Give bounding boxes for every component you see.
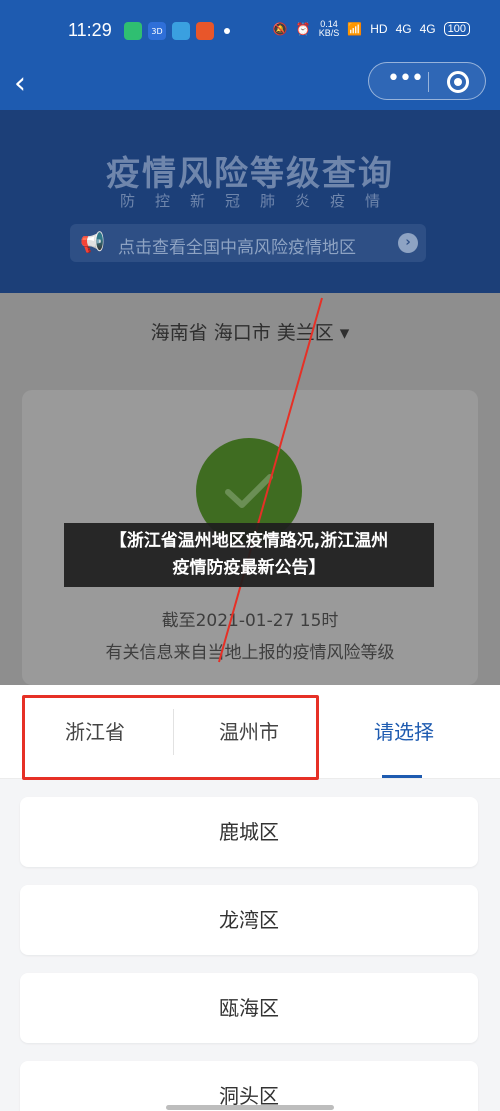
- app-store-icon: [172, 22, 190, 40]
- status-indicators: 🔕 ⏰ 0.14 KB/S 📶 HD 4G 4G 100: [273, 20, 470, 38]
- status-app-icons: 3D: [124, 22, 230, 40]
- app-3d-icon: 3D: [148, 22, 166, 40]
- district-option[interactable]: 瓯海区: [20, 973, 478, 1043]
- signal-4g-1: 4G: [395, 22, 412, 36]
- tab-choose[interactable]: 请选择: [334, 707, 474, 757]
- banner-subtitle: 防控新冠肺炎疫情: [119, 192, 400, 210]
- app-news-icon: [196, 22, 214, 40]
- signal-4g-2: 4G: [419, 22, 436, 36]
- mini-program-capsule: •••: [368, 62, 486, 100]
- district-option[interactable]: 龙湾区: [20, 885, 478, 955]
- notice-text: 点击查看全国中高风险疫情地区: [118, 238, 356, 258]
- hd-label: HD: [370, 22, 388, 36]
- bell-icon: 🔕: [272, 22, 288, 36]
- network-speed: 0.14 KB/S: [318, 19, 340, 38]
- overlay-title-line2: 疫情防疫最新公告】: [172, 558, 326, 578]
- article-title-overlay: 【浙江省温州地区疫情路况,浙江温州 疫情防疫最新公告】: [64, 523, 434, 587]
- result-source-note: 有关信息来自当地上报的疫情风险等级: [105, 643, 395, 663]
- header-banner: 疫情风险等级查询 防控新冠肺炎疫情 📢 点击查看全国中高风险疫情地区 ›: [0, 110, 500, 293]
- home-indicator: [166, 1105, 334, 1110]
- district-option[interactable]: 鹿城区: [20, 797, 478, 867]
- close-target-icon[interactable]: [447, 71, 469, 93]
- wechat-app-icon: [124, 22, 142, 40]
- risk-area-notice[interactable]: 📢 点击查看全国中高风险疫情地区 ›: [70, 224, 426, 262]
- chevron-right-icon: ›: [398, 233, 418, 253]
- status-bar: 11:29 3D 🔕 ⏰ 0.14 KB/S 📶 HD 4G 4G 100: [0, 0, 500, 58]
- region-selector-row: 海南省 海口市 美兰区 ▾: [0, 293, 500, 373]
- annotation-red-box: [22, 695, 319, 780]
- nav-bar: ‹ •••: [0, 58, 500, 110]
- overlay-title-line1: 【浙江省温州地区疫情路况,浙江温州: [109, 531, 389, 551]
- active-tab-underline: [382, 775, 422, 778]
- result-timestamp: 截至2021-01-27 15时: [161, 611, 339, 631]
- more-icon[interactable]: •••: [383, 68, 427, 95]
- banner-title: 疫情风险等级查询: [106, 154, 394, 194]
- status-time: 11:29: [68, 20, 112, 40]
- capsule-divider: [428, 72, 429, 92]
- notification-dot-icon: [224, 28, 230, 34]
- back-icon[interactable]: ‹: [14, 66, 42, 102]
- region-selector[interactable]: 海南省 海口市 美兰区 ▾: [0, 318, 500, 345]
- battery-icon: 100: [443, 22, 470, 36]
- alarm-icon: ⏰: [295, 22, 311, 36]
- wifi-icon: 📶: [347, 22, 363, 36]
- megaphone-icon: 📢: [80, 230, 105, 254]
- district-option[interactable]: 洞头区: [20, 1061, 478, 1111]
